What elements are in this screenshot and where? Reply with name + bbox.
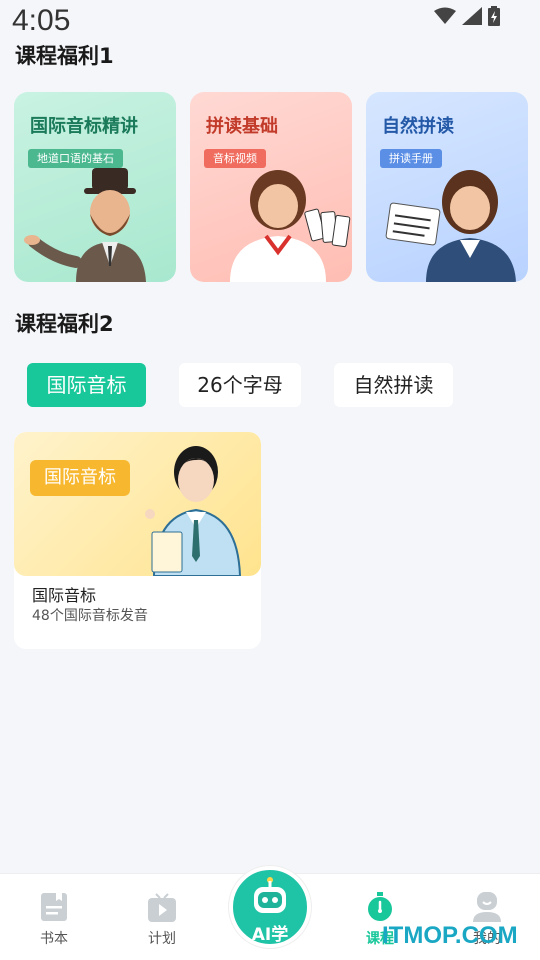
- welfare2-title: 课程福利2: [15, 312, 114, 336]
- ai-learn-label: AI学: [251, 925, 289, 945]
- nav-item-plan[interactable]: 计划: [122, 874, 202, 960]
- course-tabs: 国际音标 26个字母 自然拼读: [0, 363, 540, 407]
- welfare1-title: 课程福利1: [15, 44, 114, 68]
- course-badge: 国际音标: [30, 460, 130, 496]
- student-girl-figure-icon: [385, 170, 516, 282]
- nav-label: 计划: [148, 931, 176, 947]
- course-subtitle: 48个国际音标发音: [32, 608, 148, 624]
- signal-icon: [462, 7, 482, 25]
- nav-item-books[interactable]: 书本: [14, 874, 94, 960]
- tab-natural-phonics[interactable]: 自然拼读: [334, 363, 453, 407]
- nav-label: 书本: [40, 931, 68, 947]
- battery-icon: [488, 6, 500, 26]
- course-title: 国际音标: [32, 586, 97, 605]
- course-banner: 国际音标: [14, 432, 261, 576]
- card-natural-phonics[interactable]: 自然拼读 拼读手册: [366, 92, 528, 282]
- robot-icon: [254, 877, 286, 913]
- status-time: 4:05: [12, 4, 71, 37]
- profile-icon: [473, 892, 501, 922]
- book-icon: [41, 893, 67, 921]
- tab-26-letters[interactable]: 26个字母: [179, 363, 301, 407]
- wifi-icon: [434, 7, 456, 24]
- status-bar: 4:05: [0, 0, 540, 40]
- card-phonetics-lecture[interactable]: 国际音标精讲 地道口语的基石: [14, 92, 176, 282]
- gentleman-figure-icon: [24, 168, 146, 282]
- stopwatch-icon: [368, 892, 392, 921]
- course-card-phonetics[interactable]: 国际音标 国际音标 48个国际音标发音: [14, 432, 261, 649]
- card-title: 自然拼读: [382, 116, 454, 137]
- tab-phonetics[interactable]: 国际音标: [27, 363, 146, 407]
- video-plan-icon: [148, 893, 176, 922]
- card-title: 拼读基础: [206, 116, 278, 137]
- card-title: 国际音标精讲: [30, 116, 138, 137]
- watermark-text: ITMOP.COM: [382, 922, 518, 949]
- card-phonics-basics[interactable]: 拼读基础 音标视频: [190, 92, 352, 282]
- course-banner-figure-icon: [145, 446, 242, 576]
- ai-learn-button[interactable]: AI学: [229, 866, 311, 948]
- status-icons: [434, 6, 500, 26]
- teacher-girl-figure-icon: [230, 170, 351, 282]
